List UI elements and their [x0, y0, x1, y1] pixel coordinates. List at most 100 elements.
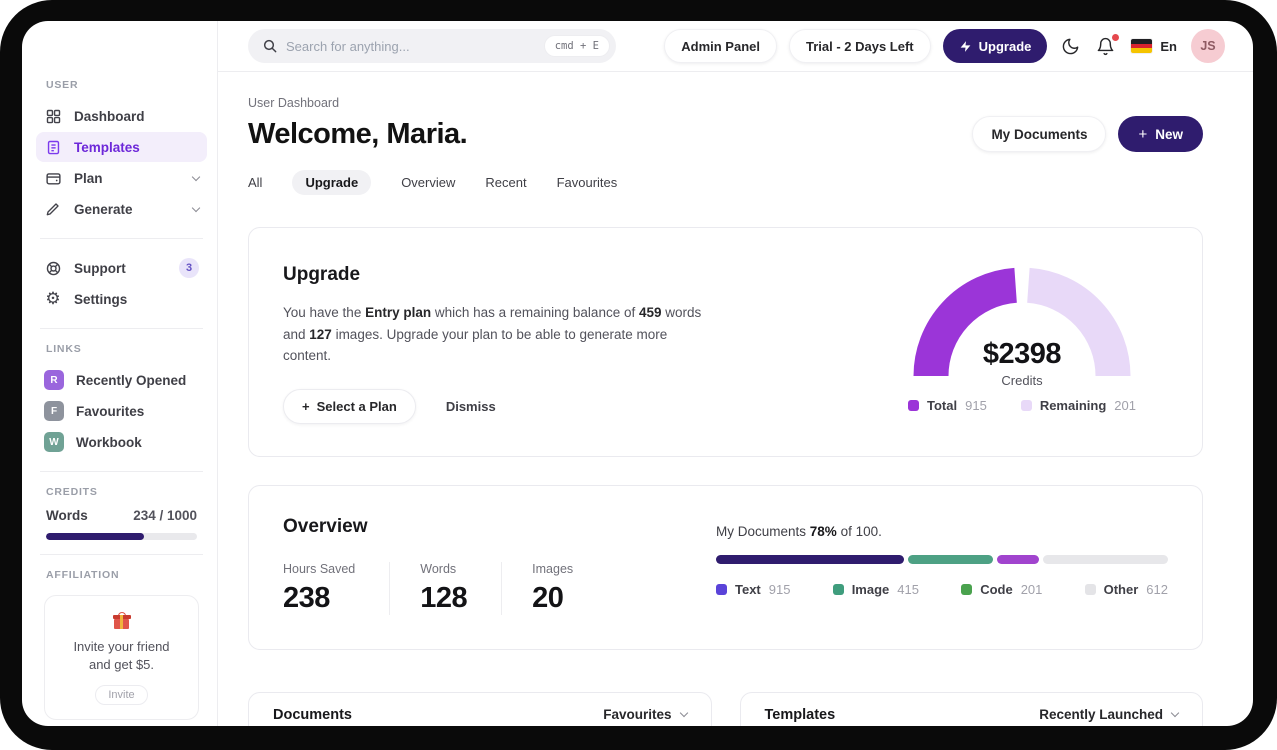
sidebar-item-label: Recently Opened: [76, 372, 187, 388]
documents-filter-dropdown[interactable]: Favourites: [603, 707, 688, 722]
select-plan-label: Select a Plan: [316, 398, 397, 414]
sidebar: USER Dashboard Templates Plan Generate S…: [22, 21, 218, 726]
sidebar-item-label: Plan: [74, 170, 103, 186]
credits-words-label: Words: [46, 508, 88, 523]
sidebar-section-credits: CREDITS: [46, 486, 98, 498]
chevron-down-icon: [1170, 709, 1180, 718]
credits-progress-fill: [46, 533, 145, 540]
overview-stats: Hours Saved 238 Words 128 Images 20: [283, 561, 607, 615]
stat-images: Images 20: [501, 561, 607, 615]
legend-swatch: [961, 583, 973, 595]
affiliation-card: Invite your friend and get $5. Invite: [44, 595, 199, 721]
user-avatar[interactable]: JS: [1191, 29, 1225, 63]
legend-swatch: [832, 583, 844, 595]
dismiss-button[interactable]: Dismiss: [446, 399, 496, 414]
chevron-down-icon: [191, 172, 201, 181]
bar-segment-other: [1042, 554, 1168, 564]
stacked-progress-bar: [716, 554, 1168, 564]
chevron-down-icon: [191, 203, 201, 212]
stat-hours-saved: Hours Saved 238: [283, 561, 356, 614]
sidebar-item-generate[interactable]: Generate: [36, 194, 207, 224]
sidebar-item-settings[interactable]: ⚙ Settings: [36, 284, 207, 314]
tab-overview[interactable]: Overview: [401, 170, 455, 195]
sidebar-divider: [40, 328, 203, 329]
app-window: USER Dashboard Templates Plan Generate S…: [22, 21, 1253, 726]
new-button[interactable]: + New: [1118, 116, 1203, 152]
admin-panel-button[interactable]: Admin Panel: [664, 29, 777, 63]
support-lifebuoy-icon: [44, 259, 62, 277]
templates-doc-icon: [44, 138, 62, 156]
page-title: Welcome, Maria.: [248, 117, 468, 150]
sidebar-item-templates[interactable]: Templates: [36, 132, 207, 162]
plus-icon: +: [1138, 125, 1148, 143]
tab-favourites[interactable]: Favourites: [557, 170, 618, 195]
upgrade-card-body: You have the Entry plan which has a rema…: [283, 305, 702, 364]
sidebar-item-support[interactable]: Support 3: [36, 253, 207, 283]
tab-upgrade[interactable]: Upgrade: [292, 170, 372, 195]
sidebar-item-dashboard[interactable]: Dashboard: [36, 101, 207, 131]
link-letter-badge: R: [44, 370, 64, 390]
sidebar-item-label: Workbook: [76, 434, 142, 450]
tab-recent[interactable]: Recent: [485, 170, 526, 195]
sidebar-divider: [40, 238, 203, 239]
gift-icon: [112, 612, 131, 630]
bar-legend: Text 915 Image 415 Code 201 Other 612: [716, 582, 1168, 597]
dark-mode-toggle[interactable]: [1059, 35, 1082, 58]
sidebar-link-favourites[interactable]: F Favourites: [36, 396, 207, 426]
invite-button[interactable]: Invite: [95, 685, 148, 706]
settings-gear-icon: ⚙: [45, 289, 61, 309]
select-plan-button[interactable]: + Select a Plan: [283, 388, 416, 424]
documents-progress-text: My Documents 78% of 100.: [716, 523, 882, 539]
documents-card: Documents Favourites Untitled Document i…: [248, 691, 712, 726]
my-documents-button[interactable]: My Documents: [972, 116, 1107, 152]
dashboard-grid-icon: [44, 107, 62, 125]
link-letter-badge: W: [44, 432, 64, 452]
overview-card: Overview Hours Saved 238 Words 128 Image…: [248, 484, 1203, 650]
trial-status-button[interactable]: Trial - 2 Days Left: [788, 29, 931, 63]
language-selector[interactable]: En: [1129, 37, 1179, 56]
bar-segment-text: [716, 554, 904, 564]
documents-progress: My Documents 78% of 100. Text 915 Image …: [716, 524, 1168, 615]
templates-filter-dropdown[interactable]: Recently Launched: [1039, 707, 1180, 722]
legend-swatch: [716, 583, 727, 595]
bar-segment-image: [907, 554, 994, 564]
templates-card: Templates Recently Launched Blog Post Ti…: [739, 691, 1203, 726]
upgrade-button-label: Upgrade: [978, 38, 1032, 54]
chevron-down-icon: [679, 709, 688, 718]
sidebar-divider: [40, 471, 203, 472]
stat-words: Words 128: [389, 561, 501, 615]
sidebar-section-links: LINKS: [46, 343, 82, 355]
sidebar-section-affiliation: AFFILIATION: [46, 569, 120, 581]
gauge-caption: Credits: [1001, 373, 1043, 388]
search-shortcut-badge: cmd + E: [543, 35, 610, 57]
upgrade-button[interactable]: Upgrade: [942, 29, 1048, 63]
sidebar-item-label: Dashboard: [74, 108, 145, 124]
search-icon: [262, 38, 278, 54]
sidebar-item-label: Templates: [74, 139, 140, 155]
sidebar-link-recently-opened[interactable]: R Recently Opened: [36, 365, 207, 395]
notification-dot: [1112, 33, 1120, 41]
filter-tabs: All Upgrade Overview Recent Favourites: [248, 170, 1203, 195]
sidebar-link-workbook[interactable]: W Workbook: [36, 427, 207, 457]
topbar: cmd + E Admin Panel Trial - 2 Days Left …: [218, 21, 1253, 72]
gauge-legend: Total 915 Remaining 201: [908, 398, 1136, 413]
sidebar-divider: [40, 554, 203, 555]
search-bar[interactable]: cmd + E: [248, 29, 616, 63]
legend-item-text: Text 915: [716, 582, 790, 597]
bar-segment-code: [997, 554, 1039, 564]
sidebar-item-plan[interactable]: Plan: [36, 163, 207, 193]
legend-swatch: [1084, 583, 1096, 595]
sidebar-item-label: Favourites: [76, 403, 145, 419]
search-input[interactable]: [286, 38, 536, 54]
breadcrumb: User Dashboard: [248, 96, 340, 110]
sidebar-item-label: Generate: [74, 201, 133, 217]
notifications-button[interactable]: [1094, 33, 1120, 58]
legend-item-other: Other 612: [1084, 582, 1168, 597]
legend-item-code: Code 201: [961, 582, 1042, 597]
credits-words-value: 234 / 1000: [133, 508, 197, 523]
device-frame: USER Dashboard Templates Plan Generate S…: [0, 0, 1277, 750]
legend-swatch: [908, 400, 920, 411]
overview-card-title: Overview: [283, 515, 368, 537]
tab-all[interactable]: All: [248, 170, 262, 195]
sidebar-item-label: Settings: [74, 291, 128, 307]
